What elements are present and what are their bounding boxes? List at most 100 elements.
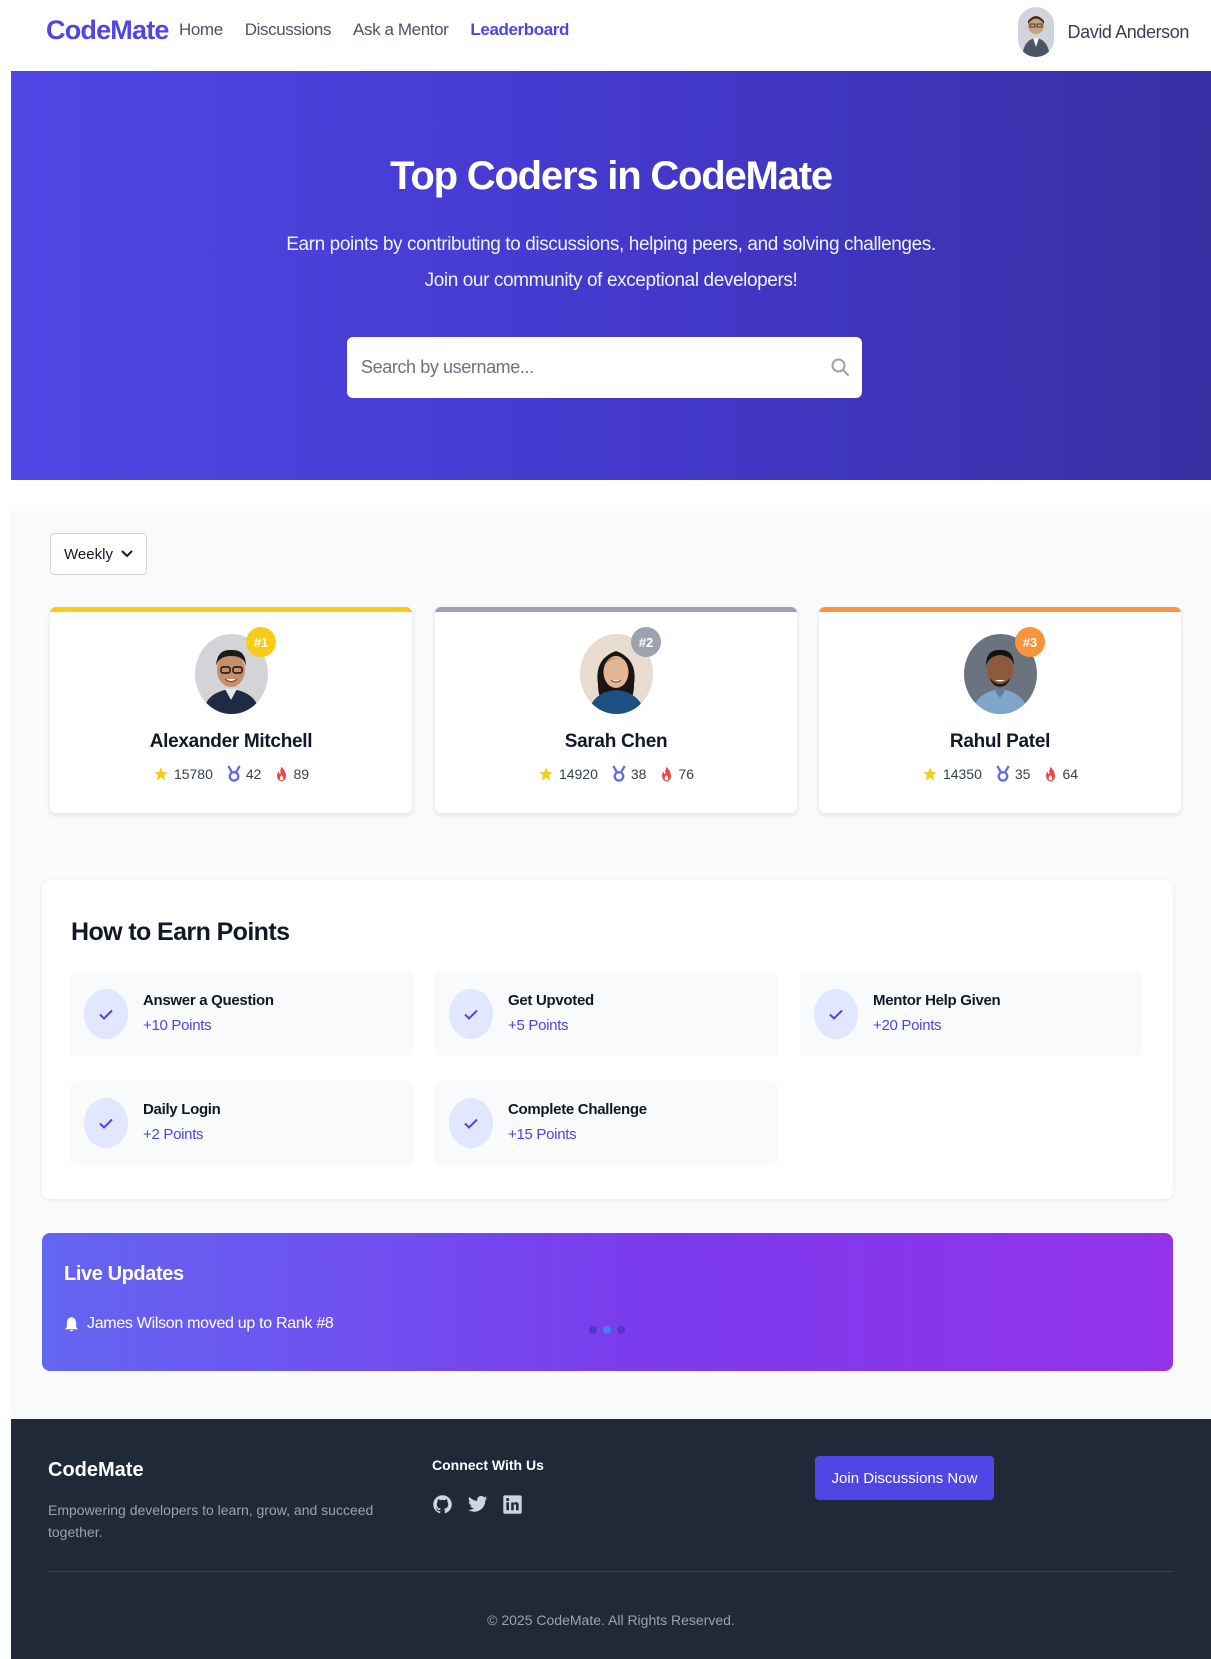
period-select[interactable]: Weekly bbox=[50, 533, 147, 575]
rank-badge: #3 bbox=[1015, 627, 1045, 657]
live-update-item: James Wilson moved up to Rank #8 bbox=[64, 1315, 334, 1333]
rank-color-bar bbox=[50, 607, 412, 612]
coder-stats: 14920 38 76 bbox=[435, 765, 797, 782]
earn-points-title: How to Earn Points bbox=[71, 918, 290, 946]
streak-stat: 76 bbox=[660, 765, 694, 782]
rank-color-bar bbox=[435, 607, 797, 612]
streak-value: 76 bbox=[678, 765, 695, 782]
rank-color-bar bbox=[819, 607, 1181, 612]
coder-name: Sarah Chen bbox=[564, 731, 668, 752]
earn-item: Complete Challenge +15 Points bbox=[435, 1081, 778, 1165]
earn-item-name: Daily Login bbox=[143, 1101, 221, 1118]
rank-badge: #2 bbox=[631, 627, 661, 657]
check-icon bbox=[814, 989, 858, 1039]
social-links bbox=[432, 1494, 523, 1515]
period-select-value: Weekly bbox=[64, 545, 113, 563]
hero-subtitle: Earn points by contributing to discussio… bbox=[11, 227, 1211, 299]
coder-name: Alexander Mitchell bbox=[149, 731, 313, 752]
carousel-dot[interactable] bbox=[617, 1326, 625, 1334]
medals-stat: 38 bbox=[612, 765, 647, 782]
check-icon bbox=[449, 989, 493, 1039]
medal-icon bbox=[612, 765, 626, 782]
live-updates-title: Live Updates bbox=[64, 1263, 184, 1285]
earn-item-points: +2 Points bbox=[143, 1126, 204, 1143]
search-icon[interactable] bbox=[830, 357, 850, 377]
twitter-icon[interactable] bbox=[467, 1494, 488, 1515]
earn-points-panel: How to Earn Points Answer a Question +10… bbox=[42, 880, 1173, 1199]
hero-subtitle-line-1: Earn points by contributing to discussio… bbox=[286, 234, 936, 255]
earn-item-points: +20 Points bbox=[873, 1017, 942, 1034]
footer-brand: CodeMate bbox=[48, 1459, 144, 1481]
streak-value: 89 bbox=[293, 765, 310, 782]
nav-link-home[interactable]: Home bbox=[179, 20, 223, 40]
streak-value: 64 bbox=[1062, 765, 1079, 782]
carousel-dots bbox=[589, 1326, 625, 1334]
search-input[interactable] bbox=[361, 337, 801, 398]
coder-card-3[interactable]: #3 Rahul Patel 14350 35 64 bbox=[819, 607, 1181, 813]
points-stat: 14920 bbox=[538, 765, 598, 782]
medal-icon bbox=[996, 765, 1010, 782]
linkedin-icon[interactable] bbox=[502, 1494, 523, 1515]
points-stat: 14350 bbox=[922, 765, 982, 782]
top-coders: #1 Alexander Mitchell 15780 42 89 #2 Sar… bbox=[50, 607, 1181, 813]
hero-title: Top Coders in CodeMate bbox=[390, 154, 833, 198]
carousel-dot[interactable] bbox=[589, 1326, 597, 1334]
fire-icon bbox=[662, 766, 672, 781]
streak-stat: 64 bbox=[1044, 765, 1078, 782]
earn-item-points: +10 Points bbox=[143, 1017, 212, 1034]
user-menu[interactable]: David Anderson bbox=[1017, 7, 1190, 57]
fire-icon bbox=[277, 766, 287, 781]
footer: CodeMate Empowering developers to learn,… bbox=[11, 1419, 1211, 1659]
coder-card-1[interactable]: #1 Alexander Mitchell 15780 42 89 bbox=[50, 607, 412, 813]
nav-link-leaderboard[interactable]: Leaderboard bbox=[470, 20, 569, 40]
check-icon bbox=[84, 989, 128, 1039]
live-updates-panel: Live Updates James Wilson moved up to Ra… bbox=[42, 1233, 1173, 1371]
footer-connect-title: Connect With Us bbox=[432, 1457, 544, 1473]
streak-stat: 89 bbox=[275, 765, 309, 782]
coder-stats: 14350 35 64 bbox=[819, 765, 1181, 782]
brand-logo[interactable]: CodeMate bbox=[46, 15, 169, 46]
join-discussions-button[interactable]: Join Discussions Now bbox=[815, 1456, 994, 1500]
copyright: © 2025 CodeMate. All Rights Reserved. bbox=[487, 1612, 735, 1628]
earn-item-name: Answer a Question bbox=[143, 992, 274, 1009]
medals-value: 42 bbox=[245, 765, 262, 782]
points-value: 14350 bbox=[942, 765, 982, 782]
carousel-dot-active[interactable] bbox=[603, 1326, 611, 1334]
earn-item: Daily Login +2 Points bbox=[70, 1081, 413, 1165]
search-box bbox=[347, 337, 862, 398]
nav-link-ask-mentor[interactable]: Ask a Mentor bbox=[353, 20, 449, 40]
top-nav: CodeMate Home Discussions Ask a Mentor L… bbox=[11, 0, 1211, 71]
github-icon[interactable] bbox=[432, 1494, 453, 1515]
points-stat: 15780 bbox=[153, 765, 213, 782]
check-icon bbox=[84, 1098, 128, 1148]
leaderboard-section: Weekly #1 Alexander Mitchell 15780 42 89… bbox=[11, 511, 1211, 1419]
footer-divider bbox=[48, 1571, 1174, 1572]
star-icon bbox=[154, 766, 168, 780]
live-update-message: James Wilson moved up to Rank #8 bbox=[87, 1315, 334, 1332]
earn-item: Get Upvoted +5 Points bbox=[435, 972, 778, 1056]
hero-subtitle-line-2: Join our community of exceptional develo… bbox=[424, 270, 798, 291]
earn-item-points: +15 Points bbox=[508, 1126, 577, 1143]
coder-card-2[interactable]: #2 Sarah Chen 14920 38 76 bbox=[435, 607, 797, 813]
coder-name: Rahul Patel bbox=[949, 731, 1051, 752]
rank-badge: #1 bbox=[246, 627, 276, 657]
medal-icon bbox=[227, 765, 241, 782]
check-icon bbox=[449, 1098, 493, 1148]
medals-value: 35 bbox=[1014, 765, 1031, 782]
earn-item-points: +5 Points bbox=[508, 1017, 569, 1034]
earn-item: Answer a Question +10 Points bbox=[70, 972, 413, 1056]
earn-item-name: Complete Challenge bbox=[508, 1101, 647, 1118]
user-avatar bbox=[1017, 7, 1054, 57]
nav-link-discussions[interactable]: Discussions bbox=[245, 20, 332, 40]
medals-value: 38 bbox=[630, 765, 647, 782]
user-name: David Anderson bbox=[1067, 21, 1190, 42]
star-icon bbox=[923, 766, 937, 780]
chevron-down-icon bbox=[121, 550, 133, 558]
medals-stat: 42 bbox=[227, 765, 262, 782]
earn-item-name: Get Upvoted bbox=[508, 992, 594, 1009]
hero-banner: Top Coders in CodeMate Earn points by co… bbox=[11, 71, 1211, 480]
bell-icon bbox=[64, 1316, 79, 1332]
star-icon bbox=[539, 766, 553, 780]
footer-description: Empowering developers to learn, grow, an… bbox=[48, 1502, 374, 1540]
nav-links: Home Discussions Ask a Mentor Leaderboar… bbox=[179, 20, 569, 40]
